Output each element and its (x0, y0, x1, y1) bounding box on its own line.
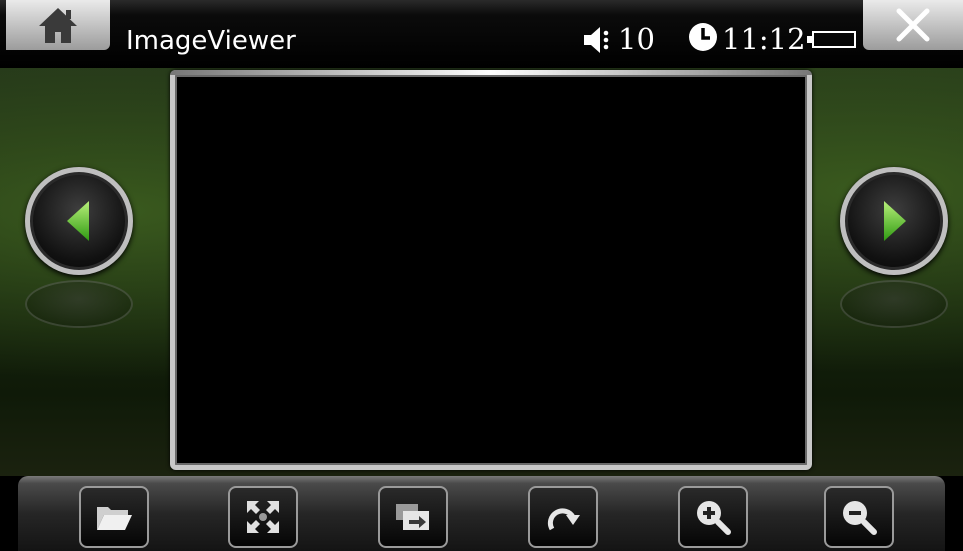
bottom-toolbar (18, 476, 945, 551)
speaker-icon (584, 27, 609, 53)
open-folder-button[interactable] (79, 486, 149, 548)
slideshow-button[interactable] (378, 486, 448, 548)
arrow-left-icon (67, 201, 89, 241)
image-display[interactable] (170, 70, 812, 470)
close-icon (896, 8, 930, 42)
volume-level: 10 (618, 22, 655, 56)
previous-image-button[interactable] (25, 167, 133, 275)
fullscreen-icon (247, 501, 279, 533)
clock-icon (689, 23, 717, 51)
rotate-button[interactable] (528, 486, 598, 548)
home-button[interactable] (6, 0, 110, 50)
rotate-icon (547, 508, 580, 531)
zoom-out-button[interactable] (824, 486, 894, 548)
previous-button-reflection (25, 280, 133, 328)
fullscreen-button[interactable] (228, 486, 298, 548)
arrow-right-icon (884, 201, 906, 241)
next-button-reflection (840, 280, 948, 328)
battery-icon (807, 31, 856, 48)
app-title: ImageViewer (126, 26, 296, 56)
slideshow-icon (396, 504, 429, 530)
next-image-button[interactable] (840, 167, 948, 275)
top-bar: ImageViewer 10 11:12 (0, 0, 963, 68)
close-button[interactable] (863, 0, 963, 50)
home-icon (39, 8, 77, 43)
zoom-out-icon (843, 501, 877, 535)
zoom-in-button[interactable] (678, 486, 748, 548)
clock-time: 11:12 (722, 22, 806, 56)
zoom-in-icon (697, 501, 731, 535)
open-folder-icon (97, 507, 132, 530)
